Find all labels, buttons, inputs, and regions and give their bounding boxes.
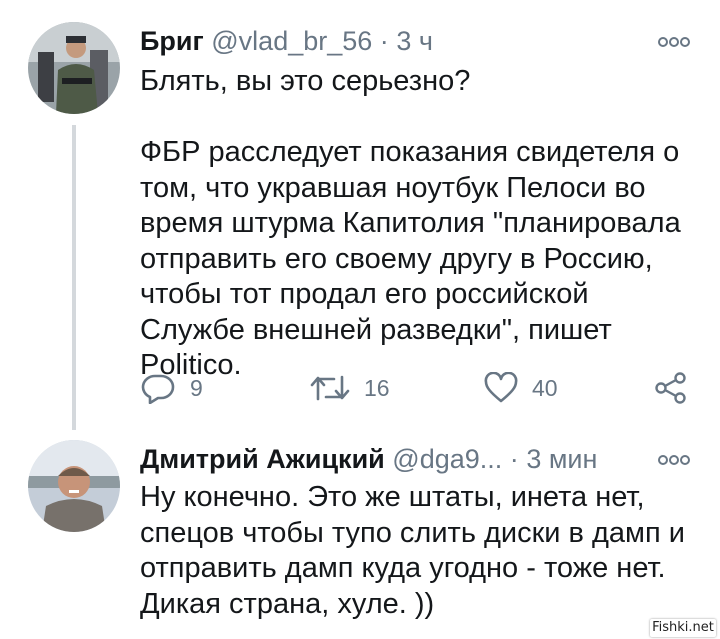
display-name[interactable]: Дмитрий Ажицкий (140, 444, 385, 474)
reply-icon (141, 374, 175, 404)
watermark-logo: Fishki.net (650, 619, 716, 637)
tweet-header: Бриг @vlad_br_56 · 3 ч (140, 25, 433, 57)
separator-dot: · (509, 444, 519, 474)
reply-count: 9 (190, 374, 203, 401)
timestamp[interactable]: 3 ч (396, 26, 433, 56)
tweet-header: Дмитрий Ажицкий @dga9... · 3 мин (140, 443, 597, 475)
heart-icon (484, 372, 518, 403)
share-button[interactable] (654, 366, 688, 410)
like-button[interactable]: 40 (484, 366, 558, 410)
retweet-count: 16 (364, 374, 390, 401)
thread-line (72, 125, 76, 430)
share-icon (655, 372, 686, 404)
user-handle[interactable]: @vlad_br_56 (211, 26, 372, 56)
timestamp[interactable]: 3 мин (526, 444, 597, 474)
retweet-button[interactable]: 16 (310, 366, 390, 410)
more-options-icon[interactable] (658, 36, 690, 48)
tweet-actions: 9 16 40 (140, 366, 700, 410)
avatar[interactable] (28, 22, 120, 114)
tweet-text: Блять, вы это серьезно? ФБР расследует п… (140, 65, 681, 381)
avatar[interactable] (28, 440, 120, 532)
more-options-icon[interactable] (658, 454, 690, 466)
reply-button[interactable]: 9 (140, 366, 203, 410)
retweet-icon (310, 375, 350, 401)
tweet-text: Ну конечно. Это же штаты, инета нет, спе… (140, 481, 694, 620)
like-count: 40 (532, 374, 558, 401)
separator-dot: · (379, 26, 389, 56)
user-handle[interactable]: @dga9... (392, 444, 502, 474)
display-name[interactable]: Бриг (140, 26, 204, 56)
